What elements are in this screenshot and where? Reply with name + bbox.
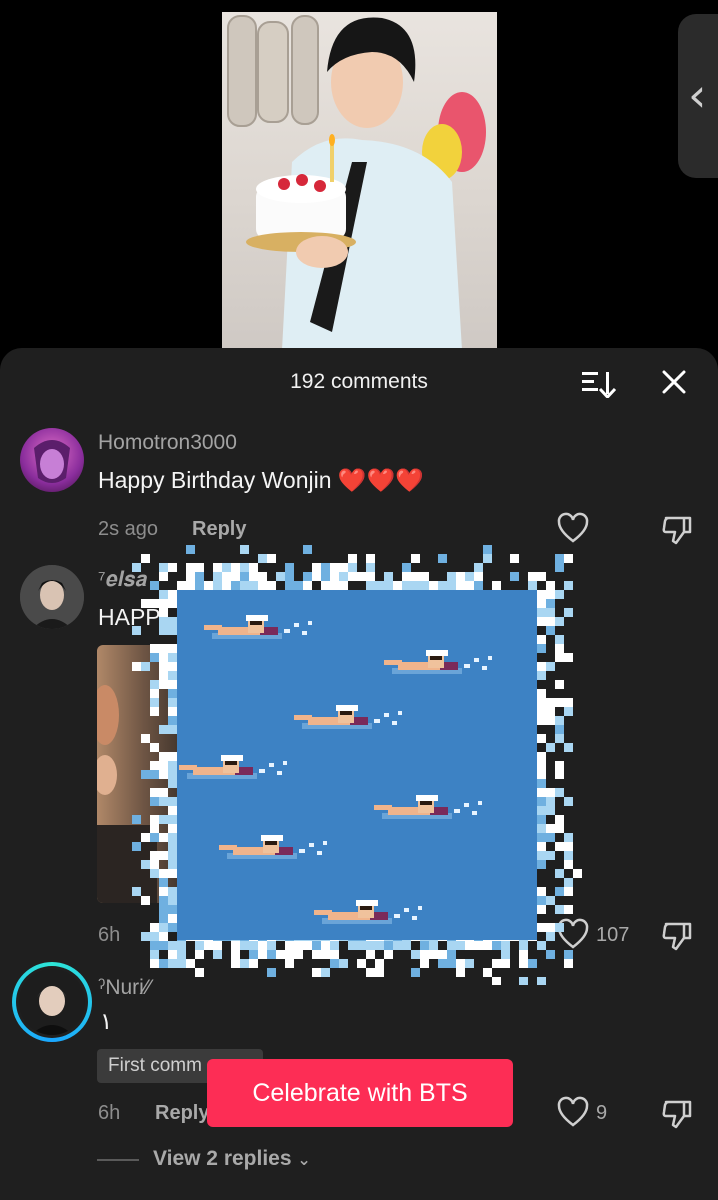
avatar-image <box>19 969 85 1035</box>
chevron-down-icon: ⌄ <box>297 1150 311 1169</box>
video-thumbnail-image <box>227 15 486 350</box>
comment-time: 6h <box>98 924 121 946</box>
reply-button[interactable]: Reply <box>155 1102 209 1125</box>
comment-time: 2s ago <box>98 518 159 540</box>
video-area: ‹ <box>0 0 718 360</box>
replies-divider <box>97 1159 139 1161</box>
dislike-button[interactable] <box>660 1096 694 1130</box>
sort-icon <box>582 372 617 400</box>
close-button[interactable] <box>658 366 690 398</box>
avatar-story-ring[interactable] <box>12 962 92 1042</box>
avatar[interactable] <box>20 428 84 492</box>
dislike-button[interactable] <box>660 918 694 952</box>
username[interactable]: Homotron3000 <box>98 431 237 455</box>
view-replies-button[interactable]: View 2 replies ⌄ <box>153 1147 311 1171</box>
side-panel-handle[interactable]: ‹ <box>678 14 718 178</box>
dislike-button[interactable] <box>660 512 694 546</box>
heart-icon <box>557 512 589 543</box>
close-icon <box>662 370 686 394</box>
thumbs-down-icon <box>662 516 692 545</box>
comment-text: Happy Birthday Wonjin ❤️❤️❤️ <box>98 467 424 493</box>
comment-text: ١ <box>100 1008 113 1034</box>
celebrate-button[interactable]: Celebrate with BTS <box>207 1059 513 1127</box>
like-button[interactable] <box>556 1096 590 1130</box>
avatar-image <box>20 565 84 629</box>
view-replies-label: View 2 replies <box>153 1147 292 1170</box>
heart-icon <box>557 1096 589 1127</box>
swimming-pool-image <box>132 545 582 986</box>
avatar[interactable] <box>20 565 84 629</box>
like-button[interactable] <box>556 512 590 546</box>
comment-time: 6h <box>98 1102 121 1124</box>
thumbs-down-icon <box>662 1100 692 1129</box>
video-thumbnail[interactable] <box>222 12 497 350</box>
avatar-image <box>34 440 70 483</box>
chevron-left-icon: ‹ <box>688 68 707 122</box>
swimming-pool-sticker <box>132 545 582 986</box>
thumbs-down-icon <box>662 922 692 951</box>
like-count: 107 <box>596 924 630 946</box>
like-count: 9 <box>596 1102 608 1124</box>
avatar-inner <box>16 966 88 1038</box>
reply-button[interactable]: Reply <box>192 518 246 541</box>
sort-button[interactable] <box>580 370 617 400</box>
